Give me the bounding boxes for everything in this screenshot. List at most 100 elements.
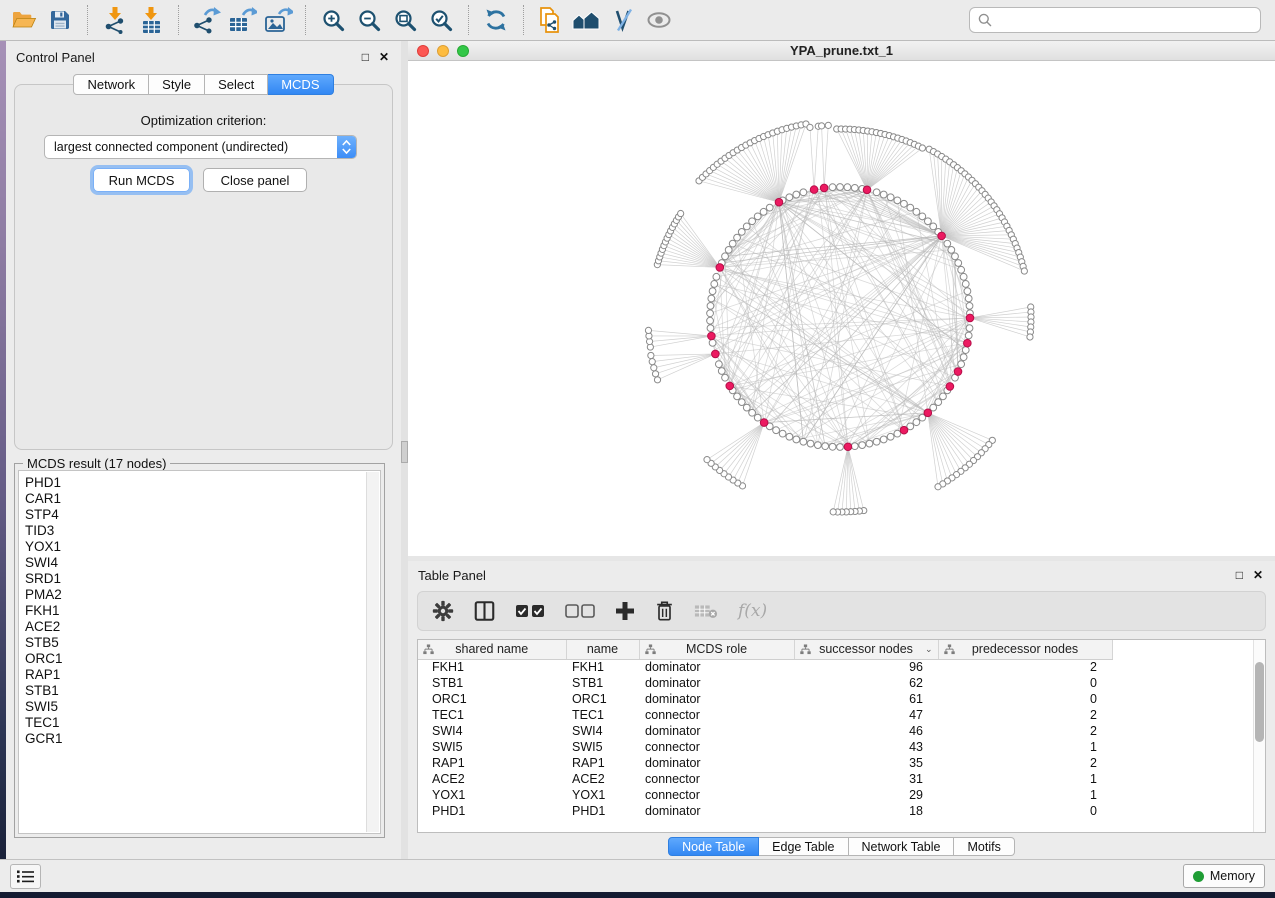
network-node[interactable]: [894, 430, 901, 437]
network-node[interactable]: [754, 213, 761, 220]
network-node[interactable]: [749, 409, 756, 416]
table-scrollbar[interactable]: [1253, 640, 1265, 832]
column-header-name[interactable]: name: [566, 640, 639, 659]
cell-name[interactable]: SWI4: [566, 723, 639, 739]
mcds-node[interactable]: [966, 314, 974, 322]
leaf-node[interactable]: [651, 365, 657, 371]
network-node[interactable]: [948, 246, 955, 253]
network-node[interactable]: [894, 197, 901, 204]
export-network-button[interactable]: [188, 3, 224, 37]
close-window-icon[interactable]: [417, 45, 429, 57]
mcds-result-item[interactable]: RAP1: [25, 667, 380, 683]
cell-successor-nodes[interactable]: 43: [794, 739, 938, 755]
network-node[interactable]: [913, 208, 920, 215]
table-scrollbar-thumb[interactable]: [1255, 662, 1264, 742]
new-network-from-selection-button[interactable]: [533, 3, 569, 37]
network-node[interactable]: [707, 310, 714, 317]
leaf-node[interactable]: [704, 457, 710, 463]
mcds-result-item[interactable]: YOX1: [25, 539, 380, 555]
cell-predecessor-nodes[interactable]: 1: [938, 771, 1112, 787]
network-node[interactable]: [738, 228, 745, 235]
mcds-node[interactable]: [938, 232, 946, 240]
search-box[interactable]: [969, 7, 1261, 33]
cell-mcds-role[interactable]: connector: [639, 771, 794, 787]
cell-successor-nodes[interactable]: 46: [794, 723, 938, 739]
cell-successor-nodes[interactable]: 31: [794, 771, 938, 787]
network-node[interactable]: [766, 204, 773, 211]
cell-successor-nodes[interactable]: 62: [794, 675, 938, 691]
refresh-button[interactable]: [478, 3, 514, 37]
column-header-predecessor-nodes[interactable]: predecessor nodes: [938, 640, 1112, 659]
mcds-result-item[interactable]: SRD1: [25, 571, 380, 587]
network-node[interactable]: [734, 234, 741, 241]
toggle-graphics-details-button[interactable]: [605, 3, 641, 37]
leaf-node[interactable]: [935, 484, 941, 490]
network-node[interactable]: [960, 354, 967, 361]
network-node[interactable]: [786, 194, 793, 201]
network-node[interactable]: [919, 213, 926, 220]
delete-columns-button[interactable]: [655, 600, 674, 622]
leaf-node[interactable]: [1027, 334, 1033, 340]
network-node[interactable]: [708, 295, 715, 302]
tab-mcds[interactable]: MCDS: [268, 74, 333, 95]
network-node[interactable]: [880, 436, 887, 443]
network-node[interactable]: [962, 347, 969, 354]
cell-predecessor-nodes[interactable]: 2: [938, 659, 1112, 675]
mcds-node[interactable]: [820, 184, 828, 192]
tab-style[interactable]: Style: [149, 74, 205, 95]
mcds-node[interactable]: [726, 382, 734, 390]
network-node[interactable]: [713, 273, 720, 280]
network-node[interactable]: [930, 223, 937, 230]
network-node[interactable]: [743, 223, 750, 230]
search-input[interactable]: [998, 12, 1252, 29]
network-node[interactable]: [958, 266, 965, 273]
network-node[interactable]: [913, 419, 920, 426]
network-node[interactable]: [940, 393, 947, 400]
table-row[interactable]: STB1STB1dominator620: [418, 675, 1112, 691]
minimize-window-icon[interactable]: [437, 45, 449, 57]
mcds-result-item[interactable]: SWI4: [25, 555, 380, 571]
leaf-node[interactable]: [919, 145, 925, 151]
network-node[interactable]: [707, 317, 714, 324]
table-row[interactable]: SWI4SWI4dominator462: [418, 723, 1112, 739]
table-row[interactable]: RAP1RAP1dominator352: [418, 755, 1112, 771]
mcds-node[interactable]: [760, 419, 768, 427]
cell-shared-name[interactable]: SWI5: [418, 739, 566, 755]
network-node[interactable]: [722, 253, 729, 260]
cell-successor-nodes[interactable]: 18: [794, 803, 938, 819]
cell-mcds-role[interactable]: dominator: [639, 691, 794, 707]
tab-edge-table[interactable]: Edge Table: [759, 837, 848, 856]
cell-mcds-role[interactable]: connector: [639, 739, 794, 755]
mcds-node[interactable]: [946, 383, 954, 391]
mcds-node[interactable]: [844, 443, 852, 451]
network-node[interactable]: [851, 184, 858, 191]
network-node[interactable]: [754, 414, 761, 421]
cell-successor-nodes[interactable]: 96: [794, 659, 938, 675]
leaf-node[interactable]: [818, 123, 824, 129]
mcds-node[interactable]: [775, 198, 783, 206]
network-node[interactable]: [822, 443, 829, 450]
mcds-node[interactable]: [810, 186, 818, 194]
leaf-node[interactable]: [1021, 268, 1027, 274]
network-node[interactable]: [734, 393, 741, 400]
column-header-mcds-role[interactable]: MCDS role: [639, 640, 794, 659]
cell-name[interactable]: STB1: [566, 675, 639, 691]
cell-shared-name[interactable]: ORC1: [418, 691, 566, 707]
mcds-result-item[interactable]: GCR1: [25, 731, 380, 747]
network-node[interactable]: [960, 273, 967, 280]
run-mcds-button[interactable]: Run MCDS: [93, 168, 190, 192]
optimization-select[interactable]: largest connected component (undirected): [44, 135, 357, 159]
cell-name[interactable]: YOX1: [566, 787, 639, 803]
cell-name[interactable]: SWI5: [566, 739, 639, 755]
cell-mcds-role[interactable]: dominator: [639, 659, 794, 675]
zoom-selected-button[interactable]: [423, 3, 459, 37]
network-node[interactable]: [760, 208, 767, 215]
tab-network[interactable]: Network: [73, 74, 149, 95]
mcds-node[interactable]: [900, 426, 908, 434]
function-builder-button[interactable]: f(x): [738, 601, 767, 621]
table-row[interactable]: PHD1PHD1dominator180: [418, 803, 1112, 819]
cell-name[interactable]: FKH1: [566, 659, 639, 675]
table-row[interactable]: ACE2ACE2connector311: [418, 771, 1112, 787]
network-node[interactable]: [966, 325, 973, 332]
network-node[interactable]: [925, 218, 932, 225]
